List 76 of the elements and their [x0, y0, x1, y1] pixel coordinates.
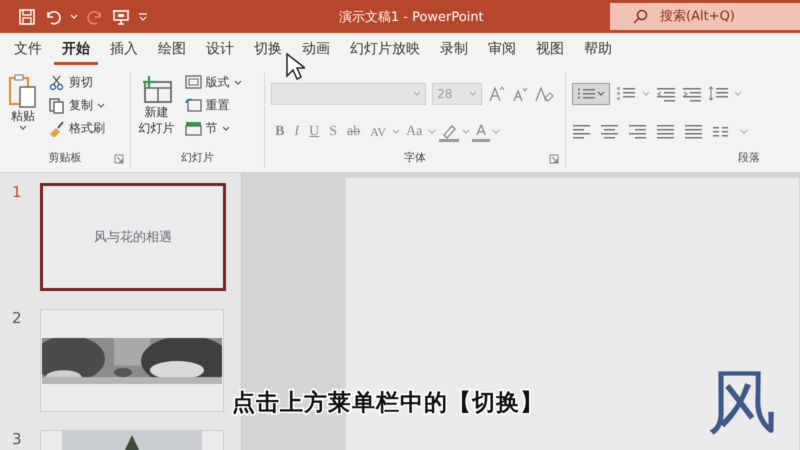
ribbon-tab[interactable]: 切换: [246, 36, 290, 64]
ribbon-command[interactable]: 版式: [182, 73, 244, 92]
group-label: 段落: [738, 151, 760, 164]
numbered-list-icon[interactable]: [616, 86, 636, 102]
align-right-icon[interactable]: [628, 123, 646, 141]
group-label: 幻灯片: [180, 151, 214, 164]
copy-icon: [48, 97, 65, 114]
search-icon: [632, 9, 648, 25]
dialog-launcher-icon[interactable]: [549, 154, 560, 164]
ribbon-tab[interactable]: 帮助: [576, 36, 620, 64]
ribbon-tab[interactable]: 绘图: [150, 36, 194, 64]
ribbon-tab[interactable]: 审阅: [480, 36, 524, 64]
ribbon-command[interactable]: 节: [182, 119, 244, 138]
caret-icon: [413, 91, 422, 97]
caret-icon: [642, 91, 650, 97]
align-center-icon[interactable]: [600, 123, 618, 141]
bullets-button[interactable]: [572, 83, 610, 105]
justify-icon[interactable]: [656, 123, 674, 141]
slide-number: 3: [12, 430, 22, 450]
caret-icon: [70, 14, 78, 20]
columns-icon[interactable]: [712, 125, 730, 139]
clear-formatting-icon[interactable]: [534, 85, 554, 103]
slide-number: 2: [12, 309, 22, 329]
caret-icon: [492, 129, 500, 135]
caret-icon: [392, 129, 400, 135]
section-icon: [184, 120, 202, 137]
grow-font-icon[interactable]: [488, 85, 506, 103]
presentation-icon[interactable]: [112, 8, 130, 26]
search-field[interactable]: 搜索(Alt+Q): [610, 3, 800, 30]
clipboard-icon: [8, 73, 38, 109]
ribbon-tab[interactable]: 动画: [294, 36, 338, 64]
decrease-indent-icon[interactable]: [656, 86, 676, 102]
save-icon[interactable]: [18, 8, 36, 26]
paste-button[interactable]: 粘贴: [6, 73, 40, 150]
bullet-list-icon: [577, 87, 596, 101]
increase-indent-icon[interactable]: [682, 86, 702, 102]
slide-number: 1: [12, 183, 22, 203]
window-title: 演示文稿1 - PowerPoint: [338, 8, 485, 26]
caret-icon: [734, 91, 742, 97]
caret-icon: [97, 102, 105, 108]
ribbon-tab[interactable]: 插入: [102, 36, 146, 64]
ribbon-tab[interactable]: 设计: [198, 36, 242, 64]
slide-thumbnail[interactable]: 风与花的相遇: [40, 183, 226, 291]
slide-thumbnail[interactable]: [40, 309, 224, 412]
ribbon-tab[interactable]: 幻灯片放映: [342, 36, 428, 64]
align-left-icon[interactable]: [572, 123, 590, 141]
group-label: 字体: [404, 151, 426, 164]
caret-icon: [597, 91, 606, 97]
new-slide-button[interactable]: 新建 幻灯片: [136, 75, 177, 150]
ribbon-command[interactable]: 剪切: [46, 73, 107, 92]
ribbon-tab[interactable]: 文件: [6, 36, 50, 64]
ribbon-command[interactable]: 格式刷: [46, 119, 107, 138]
slide-title: 风与花的相遇: [94, 229, 172, 246]
scissors-icon: [48, 74, 65, 91]
caret-icon: [469, 91, 478, 97]
layout-icon: [184, 74, 202, 91]
customize-icon[interactable]: [138, 12, 148, 22]
caret-icon: [428, 129, 436, 135]
brush-icon: [48, 120, 65, 137]
video-caption: 点击上方莱单栏中的【切换】: [232, 389, 544, 418]
reset-icon: [184, 97, 202, 114]
dialog-launcher-icon[interactable]: [114, 154, 124, 164]
distributed-icon[interactable]: [684, 123, 702, 141]
shrink-font-icon[interactable]: [512, 85, 528, 103]
slide-title: 风: [707, 360, 777, 445]
caret-icon: [222, 126, 230, 132]
ribbon-tab[interactable]: 视图: [528, 36, 572, 64]
caret-icon: [740, 129, 748, 135]
caret-icon: [19, 124, 27, 131]
line-spacing-icon[interactable]: [708, 86, 728, 102]
caret-icon: [234, 80, 242, 86]
ribbon-tab[interactable]: 录制: [432, 36, 476, 64]
group-label: 剪贴板: [48, 151, 82, 164]
ribbon-command[interactable]: 重置: [182, 96, 244, 115]
ribbon-command[interactable]: 复制: [46, 96, 107, 115]
caret-icon: [462, 129, 470, 135]
